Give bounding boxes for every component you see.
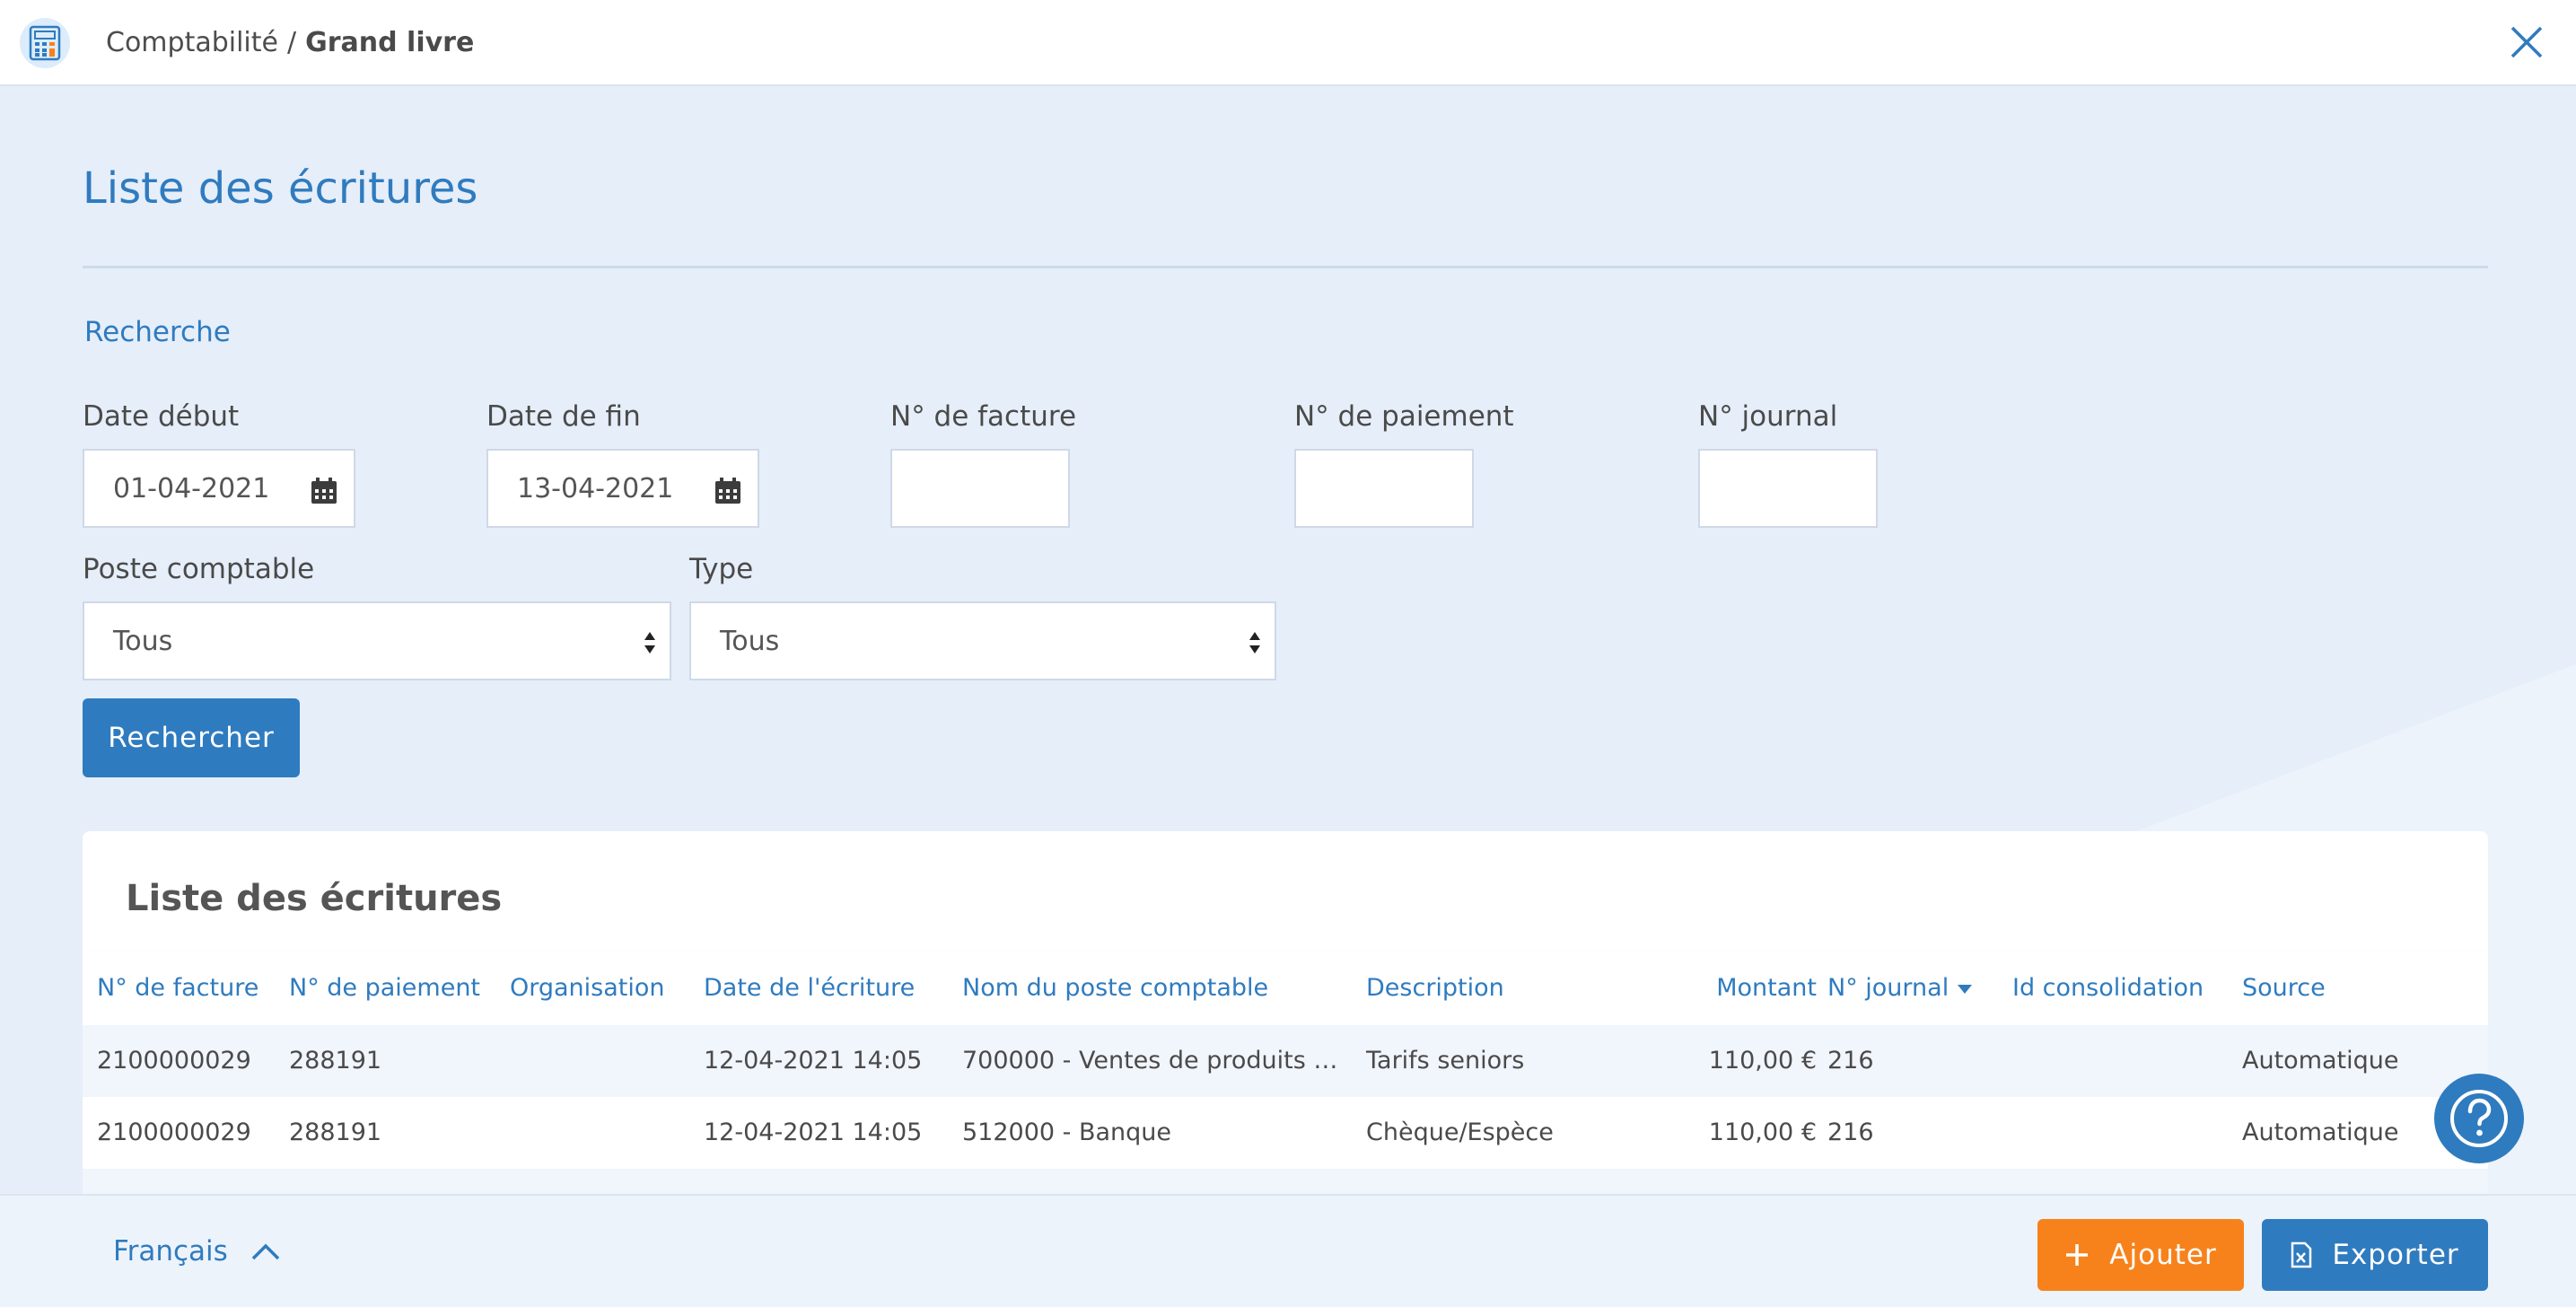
caret-down-icon bbox=[1958, 984, 1973, 994]
top-bar: Comptabilité / Grand livre bbox=[0, 0, 2576, 86]
column-header-description[interactable]: Description bbox=[1366, 952, 1504, 1025]
close-icon bbox=[2510, 26, 2543, 58]
journal-no-input[interactable] bbox=[1698, 449, 1878, 528]
calendar-icon[interactable] bbox=[714, 478, 741, 504]
search-button[interactable]: Rechercher bbox=[83, 698, 300, 777]
close-button[interactable] bbox=[2504, 20, 2549, 65]
cell-invoice: 2100000029 bbox=[97, 1118, 251, 1146]
cell-payment: 288191 bbox=[289, 1118, 382, 1146]
column-header-journal-wrap[interactable]: N° journal bbox=[1827, 952, 1973, 1025]
title-divider bbox=[83, 266, 2488, 268]
invoice-no-label: N° de facture bbox=[890, 400, 1077, 433]
help-question-icon bbox=[2450, 1090, 2508, 1147]
export-button[interactable]: Exporter bbox=[2262, 1219, 2488, 1291]
add-button-label: Ajouter bbox=[2109, 1239, 2217, 1271]
breadcrumb-current: Grand livre bbox=[305, 27, 475, 58]
language-selector[interactable]: Français bbox=[113, 1233, 280, 1269]
column-header-date[interactable]: Date de l'écriture bbox=[704, 952, 915, 1025]
cell-date: 12-04-2021 14:05 bbox=[704, 1047, 923, 1075]
account-post-value: Tous bbox=[113, 625, 173, 657]
calendar-icon[interactable] bbox=[311, 478, 337, 504]
cell-payment: 288191 bbox=[289, 1047, 382, 1075]
column-header-organisation[interactable]: Organisation bbox=[510, 952, 665, 1025]
table-row[interactable]: 2100000029 288191 12-04-2021 14:05 70000… bbox=[83, 1025, 2488, 1097]
invoice-no-input[interactable] bbox=[890, 449, 1070, 528]
cell-description: Chèque/Espèce bbox=[1366, 1118, 1554, 1146]
results-title: Liste des écritures bbox=[126, 878, 503, 919]
chevron-up-icon bbox=[251, 1243, 280, 1260]
cell-journal: 216 bbox=[1827, 1118, 1874, 1146]
select-arrows-icon bbox=[1249, 632, 1260, 654]
column-header-account[interactable]: Nom du poste comptable bbox=[962, 952, 1268, 1025]
language-label: Français bbox=[113, 1235, 228, 1268]
cell-source: Automatique bbox=[2242, 1047, 2399, 1075]
type-value: Tous bbox=[720, 625, 780, 657]
payment-no-input[interactable] bbox=[1294, 449, 1474, 528]
cell-description: Tarifs seniors bbox=[1366, 1047, 1525, 1075]
plus-icon bbox=[2064, 1242, 2090, 1268]
account-post-label: Poste comptable bbox=[83, 553, 315, 585]
column-header-invoice[interactable]: N° de facture bbox=[97, 952, 258, 1025]
column-header-payment[interactable]: N° de paiement bbox=[289, 952, 480, 1025]
calculator-icon bbox=[20, 18, 70, 68]
cell-journal: 216 bbox=[1827, 1047, 1874, 1075]
cell-source: Automatique bbox=[2242, 1118, 2399, 1146]
payment-no-label: N° de paiement bbox=[1294, 400, 1514, 433]
help-button[interactable] bbox=[2434, 1074, 2524, 1163]
date-start-label: Date début bbox=[83, 400, 240, 433]
breadcrumb: Comptabilité / Grand livre bbox=[106, 25, 474, 61]
account-post-select[interactable]: Tous bbox=[83, 601, 671, 680]
results-panel: Liste des écritures N° de facture N° de … bbox=[83, 831, 2488, 1208]
column-header-consolidation[interactable]: Id consolidation bbox=[2012, 952, 2204, 1025]
export-button-label: Exporter bbox=[2332, 1239, 2459, 1271]
footer-bar: Français Ajouter Exporter bbox=[0, 1194, 2576, 1307]
cell-amount: 110,00 € bbox=[1708, 1047, 1817, 1075]
table-header: N° de facture N° de paiement Organisatio… bbox=[83, 952, 2488, 1025]
cell-account: 700000 - Ventes de produits finis... bbox=[962, 1047, 1339, 1075]
type-label: Type bbox=[689, 553, 754, 585]
select-arrows-icon bbox=[644, 632, 655, 654]
date-start-value: 01-04-2021 bbox=[113, 472, 270, 504]
journal-no-label: N° journal bbox=[1698, 400, 1838, 433]
cell-invoice: 2100000029 bbox=[97, 1047, 251, 1075]
date-start-input[interactable]: 01-04-2021 bbox=[83, 449, 355, 528]
column-header-source[interactable]: Source bbox=[2242, 952, 2326, 1025]
date-end-label: Date de fin bbox=[486, 400, 641, 433]
column-header-journal: N° journal bbox=[1827, 974, 1950, 1002]
column-header-amount[interactable]: Montant bbox=[1716, 952, 1817, 1025]
cell-date: 12-04-2021 14:05 bbox=[704, 1118, 923, 1146]
table-row[interactable]: 2100000029 288191 12-04-2021 14:05 51200… bbox=[83, 1097, 2488, 1169]
breadcrumb-parent[interactable]: Comptabilité bbox=[106, 27, 278, 58]
date-end-value: 13-04-2021 bbox=[517, 472, 674, 504]
cell-amount: 110,00 € bbox=[1708, 1118, 1817, 1146]
date-end-input[interactable]: 13-04-2021 bbox=[486, 449, 759, 528]
cell-account: 512000 - Banque bbox=[962, 1118, 1172, 1146]
search-section-title: Recherche bbox=[84, 316, 231, 348]
type-select[interactable]: Tous bbox=[689, 601, 1276, 680]
excel-file-icon bbox=[2291, 1241, 2312, 1268]
add-button[interactable]: Ajouter bbox=[2037, 1219, 2244, 1291]
breadcrumb-separator: / bbox=[286, 27, 297, 58]
page-title: Liste des écritures bbox=[83, 163, 478, 214]
